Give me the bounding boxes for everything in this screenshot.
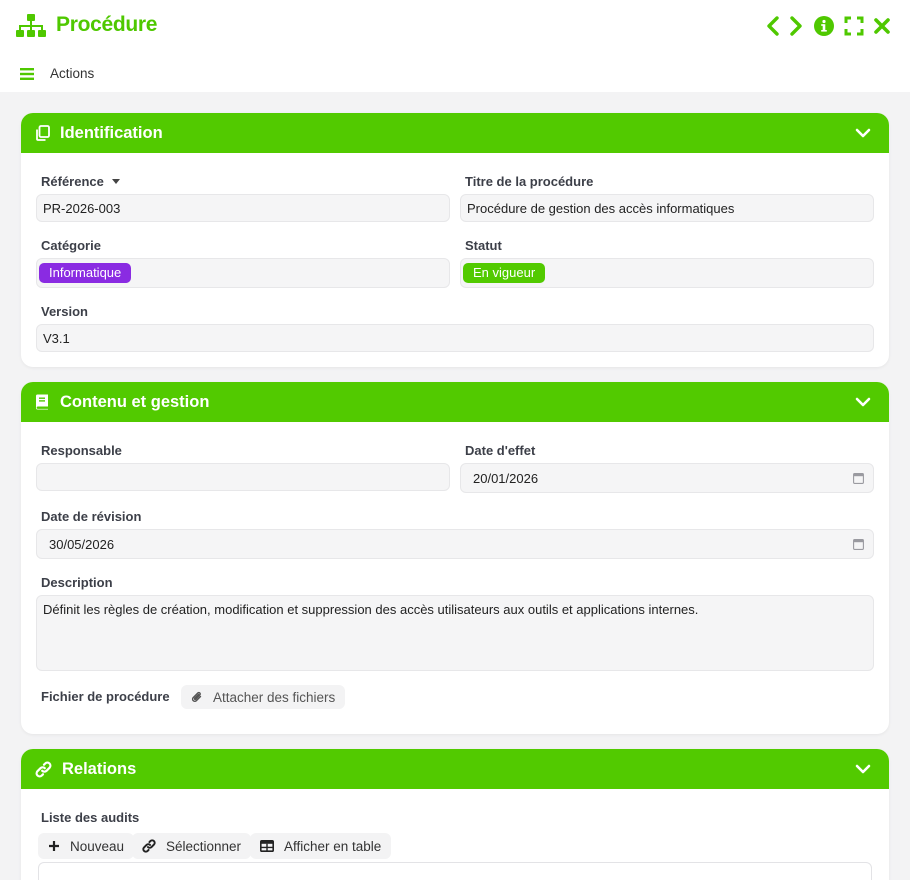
- actions-menu[interactable]: Actions: [20, 66, 94, 81]
- window-header: Procédure Actions: [0, 0, 910, 92]
- category-select[interactable]: Informatique: [36, 258, 450, 288]
- select-audit-button[interactable]: Sélectionner: [132, 833, 252, 859]
- category-badge: Informatique: [39, 263, 132, 283]
- audits-table: [38, 862, 872, 880]
- relations-panel: Relations Liste des audits Nouveau Sélec…: [21, 749, 889, 880]
- procedure-file-label: Fichier de procédure: [41, 689, 170, 704]
- copy-icon: [35, 125, 51, 141]
- status-label: Statut: [465, 238, 502, 253]
- expand-icon: [844, 16, 864, 36]
- description-label: Description: [41, 575, 113, 590]
- plus-icon: [49, 841, 59, 851]
- fullscreen-button[interactable]: [843, 14, 865, 38]
- version-label: Version: [41, 304, 88, 319]
- relations-title: Relations: [62, 759, 137, 778]
- reference-input[interactable]: PR-2026-003: [36, 194, 450, 222]
- link-icon: [35, 761, 53, 777]
- content-header[interactable]: Contenu et gestion: [21, 382, 889, 422]
- owner-label: Responsable: [41, 443, 122, 458]
- revision-date-label: Date de révision: [41, 509, 142, 524]
- relations-header[interactable]: Relations: [21, 749, 889, 789]
- attach-files-button[interactable]: Attacher des fichiers: [181, 685, 346, 709]
- attach-files-label: Attacher des fichiers: [213, 689, 336, 705]
- select-audit-label: Sélectionner: [166, 838, 242, 854]
- table-icon: [260, 840, 274, 852]
- chevron-down-icon: [855, 128, 871, 138]
- identification-panel: Identification Référence PR-2026-003 Tit…: [21, 113, 889, 367]
- previous-button[interactable]: [762, 14, 784, 38]
- paperclip-icon: [191, 691, 202, 702]
- content-title: Contenu et gestion: [60, 392, 210, 411]
- version-value: V3.1: [43, 330, 70, 346]
- reference-label-text: Référence: [41, 174, 104, 189]
- next-button[interactable]: [785, 14, 807, 38]
- chevron-down-icon: [855, 764, 871, 774]
- effective-date-input[interactable]: 20/01/2026: [460, 463, 874, 493]
- procedure-window: Procédure Actions Identification Référen…: [0, 0, 910, 880]
- effective-date-label: Date d'effet: [465, 443, 536, 458]
- calendar-icon[interactable]: [853, 472, 864, 484]
- revision-date-input[interactable]: 30/05/2026: [36, 529, 874, 559]
- caret-down-icon[interactable]: [111, 179, 120, 185]
- version-input[interactable]: V3.1: [36, 324, 874, 352]
- table-view-button[interactable]: Afficher en table: [250, 833, 392, 859]
- procedure-title-value: Procédure de gestion des accès informati…: [467, 200, 735, 216]
- status-select[interactable]: En vigueur: [460, 258, 874, 288]
- chevron-down-icon: [855, 397, 871, 407]
- calendar-icon[interactable]: [853, 538, 864, 550]
- procedure-title-input[interactable]: Procédure de gestion des accès informati…: [460, 194, 874, 222]
- reference-label: Référence: [41, 174, 120, 189]
- identification-title: Identification: [60, 123, 163, 142]
- reference-value: PR-2026-003: [43, 200, 121, 216]
- window-title: Procédure: [56, 13, 158, 36]
- new-audit-button[interactable]: Nouveau: [38, 833, 135, 859]
- chevron-left-icon: [767, 16, 779, 36]
- close-button[interactable]: [871, 14, 893, 38]
- actions-label: Actions: [50, 66, 95, 81]
- hamburger-icon: [20, 67, 34, 80]
- book-icon: [35, 394, 51, 410]
- table-view-label: Afficher en table: [284, 838, 382, 854]
- chevron-right-icon: [790, 16, 802, 36]
- audits-list-label: Liste des audits: [41, 810, 140, 825]
- category-label: Catégorie: [41, 238, 101, 253]
- new-audit-label: Nouveau: [70, 838, 125, 854]
- info-circle-icon: [814, 16, 834, 36]
- content-panel: Contenu et gestion Responsable Date d'ef…: [21, 382, 889, 734]
- description-textarea[interactable]: Définit les règles de création, modifica…: [36, 595, 874, 671]
- link-icon: [142, 839, 156, 853]
- description-value: Définit les règles de création, modifica…: [43, 602, 699, 617]
- info-button[interactable]: [813, 14, 835, 38]
- identification-header[interactable]: Identification: [21, 113, 889, 153]
- sitemap-icon: [16, 14, 46, 37]
- owner-input[interactable]: [36, 463, 450, 491]
- close-icon: [874, 18, 890, 34]
- effective-date-value: 20/01/2026: [473, 470, 539, 486]
- procedure-title-label: Titre de la procédure: [465, 174, 594, 189]
- revision-date-value: 30/05/2026: [49, 536, 115, 552]
- status-badge: En vigueur: [463, 263, 546, 283]
